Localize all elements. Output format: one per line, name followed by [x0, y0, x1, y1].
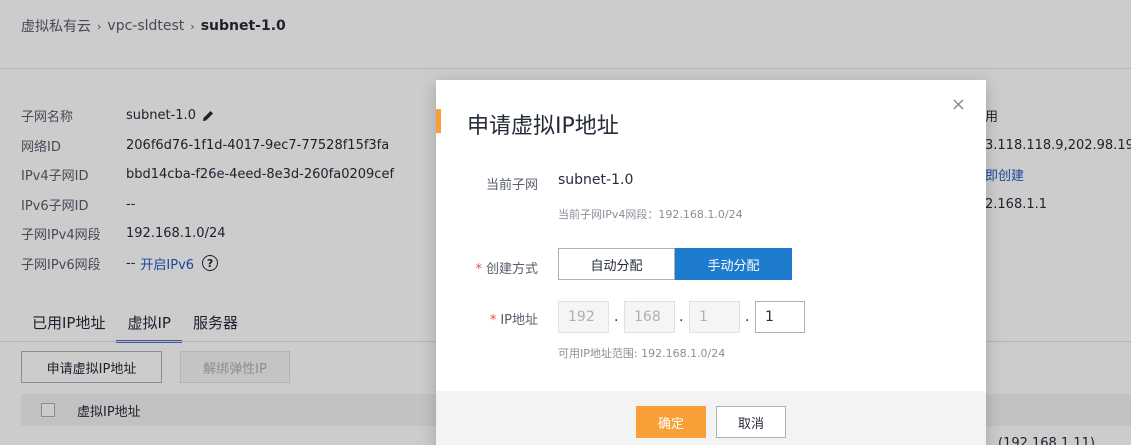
auto-assign-option[interactable]: 自动分配 — [558, 248, 675, 280]
cancel-button[interactable]: 取消 — [716, 406, 786, 438]
ip-address-label: * IP地址 — [436, 309, 538, 328]
title-accent-bar — [436, 109, 441, 133]
ip-dot: · — [614, 313, 619, 329]
apply-virtual-ip-dialog: 申请虚拟IP地址 × 当前子网 subnet-1.0 当前子网IPv4网段：19… — [436, 80, 986, 445]
required-mark: * — [489, 313, 497, 328]
ip-octet-1-input: 192 — [558, 301, 609, 333]
ip-dot: · — [679, 313, 684, 329]
subnet-cidr-hint: 当前子网IPv4网段：192.168.1.0/24 — [558, 208, 743, 221]
close-icon[interactable]: × — [951, 94, 966, 115]
ip-address-text: IP地址 — [500, 313, 538, 328]
confirm-button[interactable]: 确定 — [636, 406, 706, 438]
dialog-footer — [436, 391, 986, 445]
create-method-text: 创建方式 — [485, 262, 538, 277]
required-mark: * — [475, 262, 482, 277]
ip-dot: · — [745, 313, 750, 329]
dialog-title: 申请虚拟IP地址 — [467, 114, 619, 139]
manual-assign-option[interactable]: 手动分配 — [675, 248, 792, 280]
create-method-toggle: 自动分配 手动分配 — [558, 248, 792, 280]
ip-octet-4-input[interactable]: 1 — [755, 301, 805, 333]
ip-octet-2-input: 168 — [624, 301, 675, 333]
current-subnet-label: 当前子网 — [485, 178, 538, 193]
current-subnet-value: subnet-1.0 — [558, 172, 634, 188]
ip-octet-3-input: 1 — [689, 301, 740, 333]
create-method-label: * 创建方式 — [436, 258, 538, 277]
ip-range-hint: 可用IP地址范围: 192.168.1.0/24 — [558, 347, 726, 360]
